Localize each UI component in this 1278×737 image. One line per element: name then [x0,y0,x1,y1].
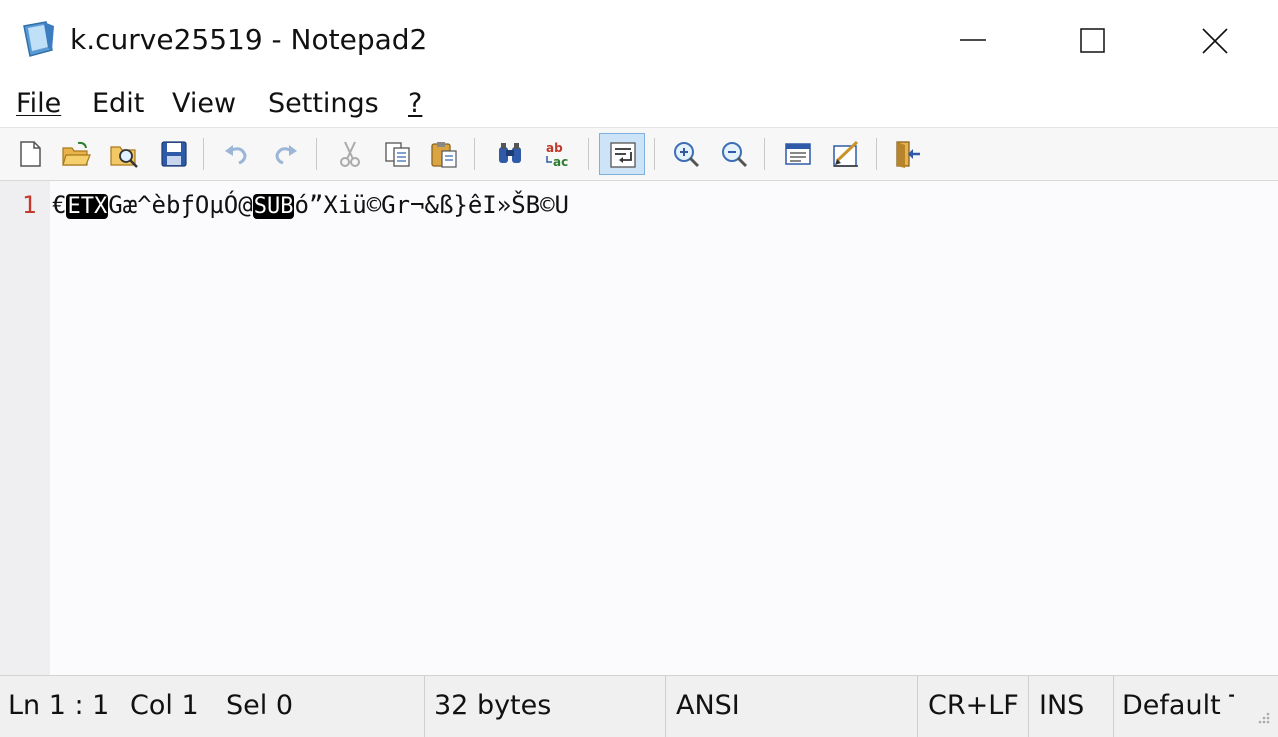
status-scheme: Default T [1122,690,1234,721]
menu-help[interactable]: ? [408,86,422,122]
status-bar: Ln 1 : 1 Col 1 Sel 0 32 bytes ANSI CR+LF… [0,675,1278,737]
status-line-endings: CR+LF [928,690,1019,721]
toolbar: ab ac [0,127,1278,181]
exit-icon [896,141,920,168]
status-size-segment: 32 bytes [425,676,666,737]
editor-area[interactable]: 1 €ETXGæ^èbƒOµÓ@SUBó”Xiü©Gr¬&ß}êI»ŠB©U [0,181,1278,675]
toolbar-separator [588,138,589,170]
maximize-icon [1080,28,1105,53]
svg-text:ab: ab [546,141,563,155]
zoom-in-icon [674,142,700,168]
line-number-gutter: 1 [0,181,50,675]
browse-icon [110,146,138,168]
select-scheme-button[interactable] [780,136,816,172]
text-segment: ó”Xiü©Gr¬&ß}êI»ŠB©U [294,191,569,219]
toolbar-separator [474,138,475,170]
select-scheme-icon [785,143,811,165]
close-icon [1202,28,1228,54]
word-wrap-icon [610,142,636,168]
word-wrap-button[interactable] [599,133,645,175]
save-icon [161,141,187,167]
toolbar-separator [203,138,204,170]
new-file-button[interactable] [12,136,48,172]
line-number: 1 [22,191,37,219]
paste-icon [431,142,457,168]
resize-grip-icon[interactable] [1252,710,1272,730]
toolbar-separator [316,138,317,170]
paste-button[interactable] [426,136,462,172]
menu-edit[interactable]: Edit [92,86,144,122]
status-mode-segment[interactable]: INS [1029,676,1114,737]
status-selection: Sel 0 [226,690,294,721]
replace-icon: ab ac [546,141,568,169]
new-file-icon [20,141,41,167]
redo-icon [275,145,297,165]
open-file-button[interactable] [58,136,94,172]
menu-settings[interactable]: Settings [268,86,379,122]
menu-bar: File Edit View Settings ? [0,80,1278,126]
window-title: k.curve25519 - Notepad2 [70,23,428,56]
maximize-button[interactable] [1032,0,1152,80]
open-folder-icon [62,141,91,166]
status-column: Col 1 [130,690,199,721]
status-line: Ln 1 : 1 [8,690,110,721]
redo-button[interactable] [268,136,304,172]
text-segment: Gæ^èbƒOµÓ@ [108,191,253,219]
save-button[interactable] [156,136,192,172]
toolbar-separator [654,138,655,170]
close-button[interactable] [1154,0,1274,80]
zoom-in-button[interactable] [668,136,704,172]
control-char-badge: ETX [66,194,109,219]
status-position-segment: Ln 1 : 1 Col 1 Sel 0 [0,676,425,737]
control-char-badge: SUB [252,194,295,219]
toolbar-separator [764,138,765,170]
code-line[interactable]: €ETXGæ^èbƒOµÓ@SUBó”Xiü©Gr¬&ß}êI»ŠB©U [52,187,569,225]
text-segment: € [52,191,67,219]
browse-button[interactable] [106,136,142,172]
toolbar-separator [876,138,877,170]
status-insert-mode: INS [1039,690,1085,721]
customize-schemes-button[interactable] [828,136,864,172]
customize-schemes-icon [833,140,859,167]
status-eol-segment[interactable]: CR+LF [918,676,1029,737]
status-encoding-segment[interactable]: ANSI [666,676,918,737]
notepad-icon[interactable] [20,20,56,58]
exit-button[interactable] [890,136,926,172]
copy-icon [385,142,410,167]
copy-button[interactable] [380,136,416,172]
title-bar: k.curve25519 - Notepad2 [0,0,1278,80]
cut-icon [340,141,360,167]
replace-button[interactable]: ab ac [540,136,576,172]
minimize-button[interactable] [912,0,1032,80]
find-icon [499,143,521,163]
undo-icon [225,145,247,165]
undo-button[interactable] [218,136,254,172]
find-button[interactable] [492,136,528,172]
menu-file[interactable]: File [16,86,61,122]
cut-button[interactable] [332,136,368,172]
status-encoding: ANSI [676,690,740,721]
menu-view[interactable]: View [172,86,236,122]
svg-text:ac: ac [553,155,568,169]
status-size: 32 bytes [434,690,552,721]
minimize-icon [960,39,986,41]
status-scheme-segment[interactable]: Default T [1114,676,1234,737]
zoom-out-icon [722,142,748,168]
zoom-out-button[interactable] [716,136,752,172]
